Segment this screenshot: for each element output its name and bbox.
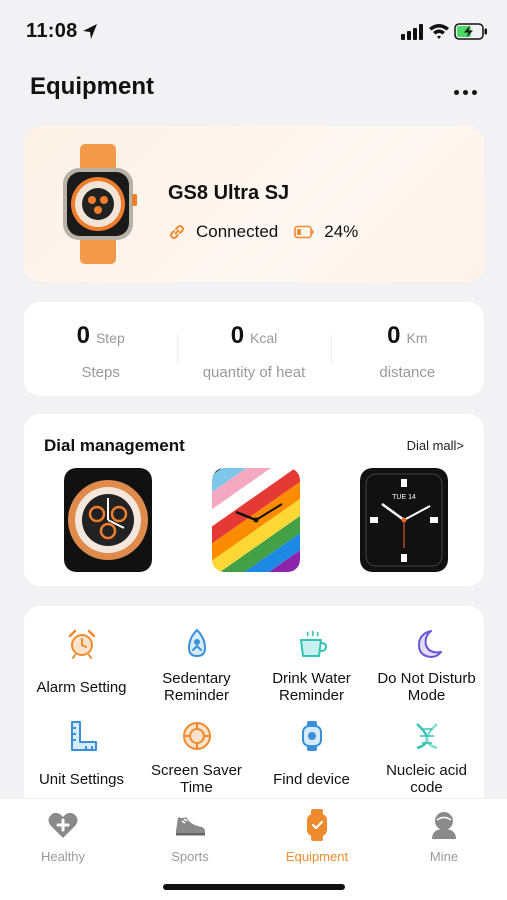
watch-icon xyxy=(307,809,327,841)
stat-unit: Kcal xyxy=(250,330,278,346)
func-label: Sedentary Reminder xyxy=(162,670,231,704)
watch-find-icon xyxy=(302,721,322,751)
func-label: Drink Water Reminder xyxy=(272,670,351,704)
nav-label: Healthy xyxy=(40,849,86,864)
stat-distance: 0 Km distance xyxy=(330,302,484,396)
device-battery-icon xyxy=(294,225,314,239)
stat-unit: Step xyxy=(95,330,125,346)
do-not-disturb-button[interactable]: Do Not Disturb Mode xyxy=(369,628,484,728)
user-icon xyxy=(432,812,456,839)
stat-label: distance xyxy=(379,364,436,381)
nav-equipment[interactable]: Equipment xyxy=(254,805,380,865)
alarm-clock-icon xyxy=(68,629,96,659)
func-label: Screen Saver Time xyxy=(151,762,242,796)
cellular-signal-icon xyxy=(401,24,423,40)
stat-calories: 0 Kcal quantity of heat xyxy=(177,302,330,396)
sedentary-icon xyxy=(187,628,207,658)
ruler-icon xyxy=(71,721,97,751)
alarm-setting-button[interactable]: Alarm Setting xyxy=(24,628,139,728)
stat-value: 0 xyxy=(230,322,245,349)
nav-mine[interactable]: Mine xyxy=(381,805,507,865)
nav-label: Equipment xyxy=(285,849,349,864)
location-arrow-icon xyxy=(83,24,97,39)
heart-plus-icon xyxy=(48,812,78,838)
status-time: 11:08 xyxy=(26,20,78,42)
black-classic-dial-image: TUE 14 xyxy=(360,468,448,572)
device-status-row: Connected 24% xyxy=(168,222,358,242)
func-label: Find device xyxy=(273,771,350,788)
func-label: Alarm Setting xyxy=(36,679,127,696)
nav-label: Mine xyxy=(429,849,459,864)
wifi-icon xyxy=(429,24,449,39)
stat-label: quantity of heat xyxy=(202,364,306,381)
moon-icon xyxy=(418,630,442,658)
stat-steps: 0 Step Steps xyxy=(24,302,177,396)
more-options-button[interactable] xyxy=(448,80,482,104)
home-indicator[interactable] xyxy=(163,884,345,890)
battery-charging-icon xyxy=(454,23,487,40)
connection-status: Connected xyxy=(196,222,279,241)
orange-sport-dial-image xyxy=(64,468,152,572)
battery-level: 24% xyxy=(324,222,359,241)
stat-value: 0 xyxy=(76,322,90,349)
status-bar: 11:08 xyxy=(0,0,507,60)
device-watch-image xyxy=(63,144,137,264)
device-name: GS8 Ultra SJ xyxy=(168,182,290,204)
stat-label: Steps xyxy=(81,364,120,381)
screen-saver-icon xyxy=(183,722,211,750)
sneaker-icon xyxy=(176,817,205,836)
sedentary-reminder-button[interactable]: Sedentary Reminder xyxy=(139,628,254,728)
page-title: Equipment xyxy=(30,73,154,100)
nav-healthy[interactable]: Healthy xyxy=(0,805,126,865)
drink-water-reminder-button[interactable]: Drink Water Reminder xyxy=(254,628,369,728)
func-label: Do Not Disturb Mode xyxy=(377,670,476,704)
func-label: Unit Settings xyxy=(38,771,125,788)
dial-date-text: TUE 14 xyxy=(392,494,416,501)
nav-label: Sports xyxy=(171,849,209,864)
link-icon xyxy=(170,225,184,239)
functions-card: Alarm Setting Sedentary Reminder Drink W… xyxy=(24,606,484,806)
func-label: Nucleic acid code xyxy=(386,762,467,796)
dial-management-title: Dial management xyxy=(44,436,185,455)
dial-mall-link[interactable]: Dial mall> xyxy=(407,438,464,453)
stats-card: 0 Step Steps 0 Kcal quantity of heat 0 K… xyxy=(24,302,484,396)
rainbow-stripe-dial-image xyxy=(212,468,300,572)
dna-icon xyxy=(416,723,438,750)
nav-sports[interactable]: Sports xyxy=(127,805,253,865)
dial-orange-sport[interactable] xyxy=(64,468,152,572)
water-cup-icon xyxy=(300,630,328,657)
more-dots-icon xyxy=(453,89,459,95)
dial-black-classic[interactable]: TUE 14 xyxy=(360,468,448,572)
stat-value: 0 xyxy=(387,322,401,349)
stat-unit: Km xyxy=(406,330,428,346)
dial-rainbow-stripe[interactable] xyxy=(212,468,300,572)
dial-management-card: Dial management Dial mall> TUE 14 xyxy=(24,414,484,586)
device-card[interactable]: GS8 Ultra SJ Connected 24% xyxy=(24,126,484,282)
